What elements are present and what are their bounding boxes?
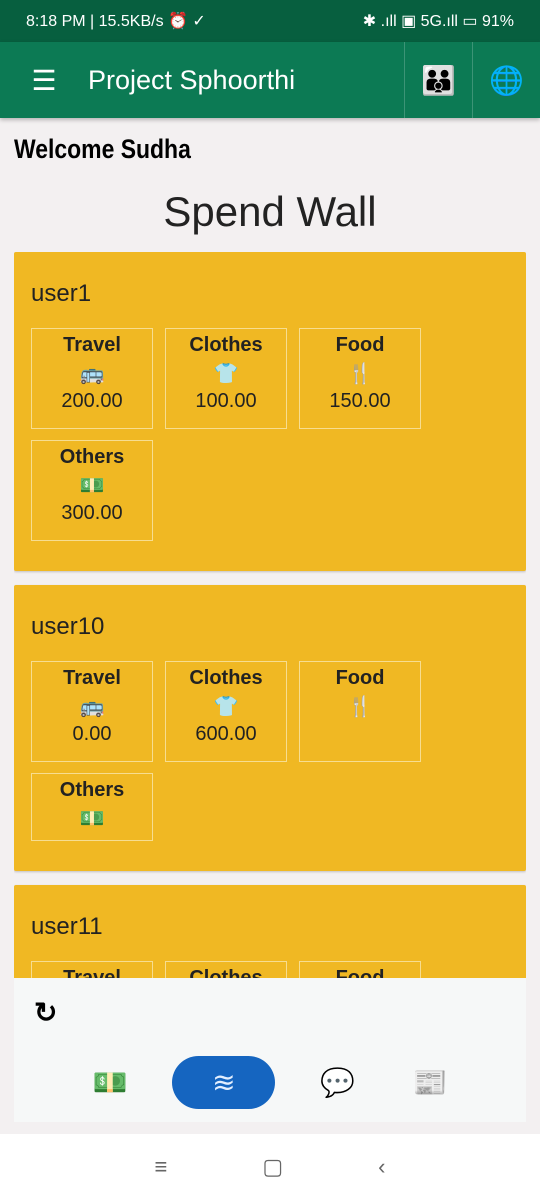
category-label: Clothes [189, 967, 263, 978]
others-icon: 💵 [79, 475, 105, 497]
user-name: user10 [31, 613, 105, 640]
category-tile[interactable]: Travel 🚌 200.00 [31, 328, 153, 429]
clothes-icon: 👕 [213, 696, 239, 718]
category-tile[interactable]: Clothes 👕 100.00 [165, 328, 287, 429]
travel-icon: 🚌 [79, 696, 105, 718]
user-card: user10 Travel 🚌 0.00 Clothes 👕 600.00 Fo… [14, 585, 526, 871]
travel-icon: 🚌 [79, 363, 105, 385]
category-label: Travel [63, 667, 121, 689]
category-tile[interactable]: Food 🍴 150.00 [299, 328, 421, 429]
menu-icon[interactable]: ☰ [0, 42, 88, 118]
category-label: Food [335, 967, 385, 978]
category-tile[interactable]: Clothes 👕 [165, 961, 287, 978]
food-icon: 🍴 [347, 363, 373, 385]
group-icon[interactable]: 👪 [404, 42, 472, 118]
category-label: Clothes [189, 334, 263, 356]
category-label: Food [335, 667, 385, 689]
category-amount: 100.00 [195, 390, 257, 412]
app-bar: ☰ Project Sphoorthi 👪 🌐 [0, 42, 540, 118]
bottom-nav: 💵 ≋ 💬 📰 [14, 1056, 526, 1109]
category-amount: 600.00 [195, 723, 257, 745]
category-tile[interactable]: Others 💵 300.00 [31, 440, 153, 541]
welcome-text: Welcome Sudha [14, 134, 191, 164]
category-tile[interactable]: Food 🍴 [299, 661, 421, 762]
user-name: user11 [31, 913, 103, 940]
back-button[interactable]: ‹ [378, 1154, 385, 1180]
nav-news-icon[interactable]: 📰 [400, 1066, 460, 1099]
category-tile[interactable]: Travel 🚌 [31, 961, 153, 978]
nav-money-icon[interactable]: 💵 [80, 1066, 140, 1099]
refresh-icon[interactable]: ↻ [34, 996, 57, 1029]
category-amount: 300.00 [61, 502, 123, 524]
bottom-panel: ↻ 💵 ≋ 💬 📰 [14, 978, 526, 1122]
category-tile[interactable]: Travel 🚌 0.00 [31, 661, 153, 762]
category-label: Travel [63, 334, 121, 356]
clothes-icon: 👕 [213, 363, 239, 385]
status-right: ✱ .ıll ▣ 5G.ıll ▭ 91% [362, 13, 514, 30]
status-left: 8:18 PM | 15.5KB/s ⏰ ✓ [26, 13, 206, 30]
category-tiles: Travel 🚌 Clothes 👕 Food 🍴 [31, 961, 431, 978]
category-amount: 0.00 [72, 723, 112, 745]
others-icon: 💵 [79, 808, 105, 830]
category-amount: 150.00 [329, 390, 391, 412]
category-tile[interactable]: Food 🍴 [299, 961, 421, 978]
category-label: Clothes [189, 667, 263, 689]
home-button[interactable]: ▢ [262, 1154, 283, 1180]
user-list[interactable]: user1 Travel 🚌 200.00 Clothes 👕 100.00 F… [14, 252, 526, 978]
category-label: Travel [63, 967, 121, 978]
page-title: Spend Wall [163, 188, 377, 235]
status-bar: 8:18 PM | 15.5KB/s ⏰ ✓ ✱ .ıll ▣ 5G.ıll ▭… [0, 0, 540, 42]
recents-button[interactable]: ≡ [155, 1154, 168, 1180]
user-card: user11 Travel 🚌 Clothes 👕 Food 🍴 [14, 885, 526, 978]
category-tile[interactable]: Clothes 👕 600.00 [165, 661, 287, 762]
category-tiles: Travel 🚌 0.00 Clothes 👕 600.00 Food 🍴 Ot… [31, 661, 431, 841]
nav-chat-icon[interactable]: 💬 [308, 1066, 368, 1099]
nav-layers-icon[interactable]: ≋ [172, 1056, 276, 1109]
category-label: Others [59, 779, 125, 801]
globe-icon[interactable]: 🌐 [472, 42, 540, 118]
category-label: Others [59, 446, 125, 468]
app-title: Project Sphoorthi [88, 64, 296, 95]
food-icon: 🍴 [347, 696, 373, 718]
user-card: user1 Travel 🚌 200.00 Clothes 👕 100.00 F… [14, 252, 526, 571]
system-nav: ≡ ▢ ‹ [0, 1134, 540, 1200]
category-tiles: Travel 🚌 200.00 Clothes 👕 100.00 Food 🍴 … [31, 328, 431, 541]
user-name: user1 [31, 280, 92, 307]
category-amount: 200.00 [61, 390, 123, 412]
category-tile[interactable]: Others 💵 [31, 773, 153, 841]
category-label: Food [335, 334, 385, 356]
